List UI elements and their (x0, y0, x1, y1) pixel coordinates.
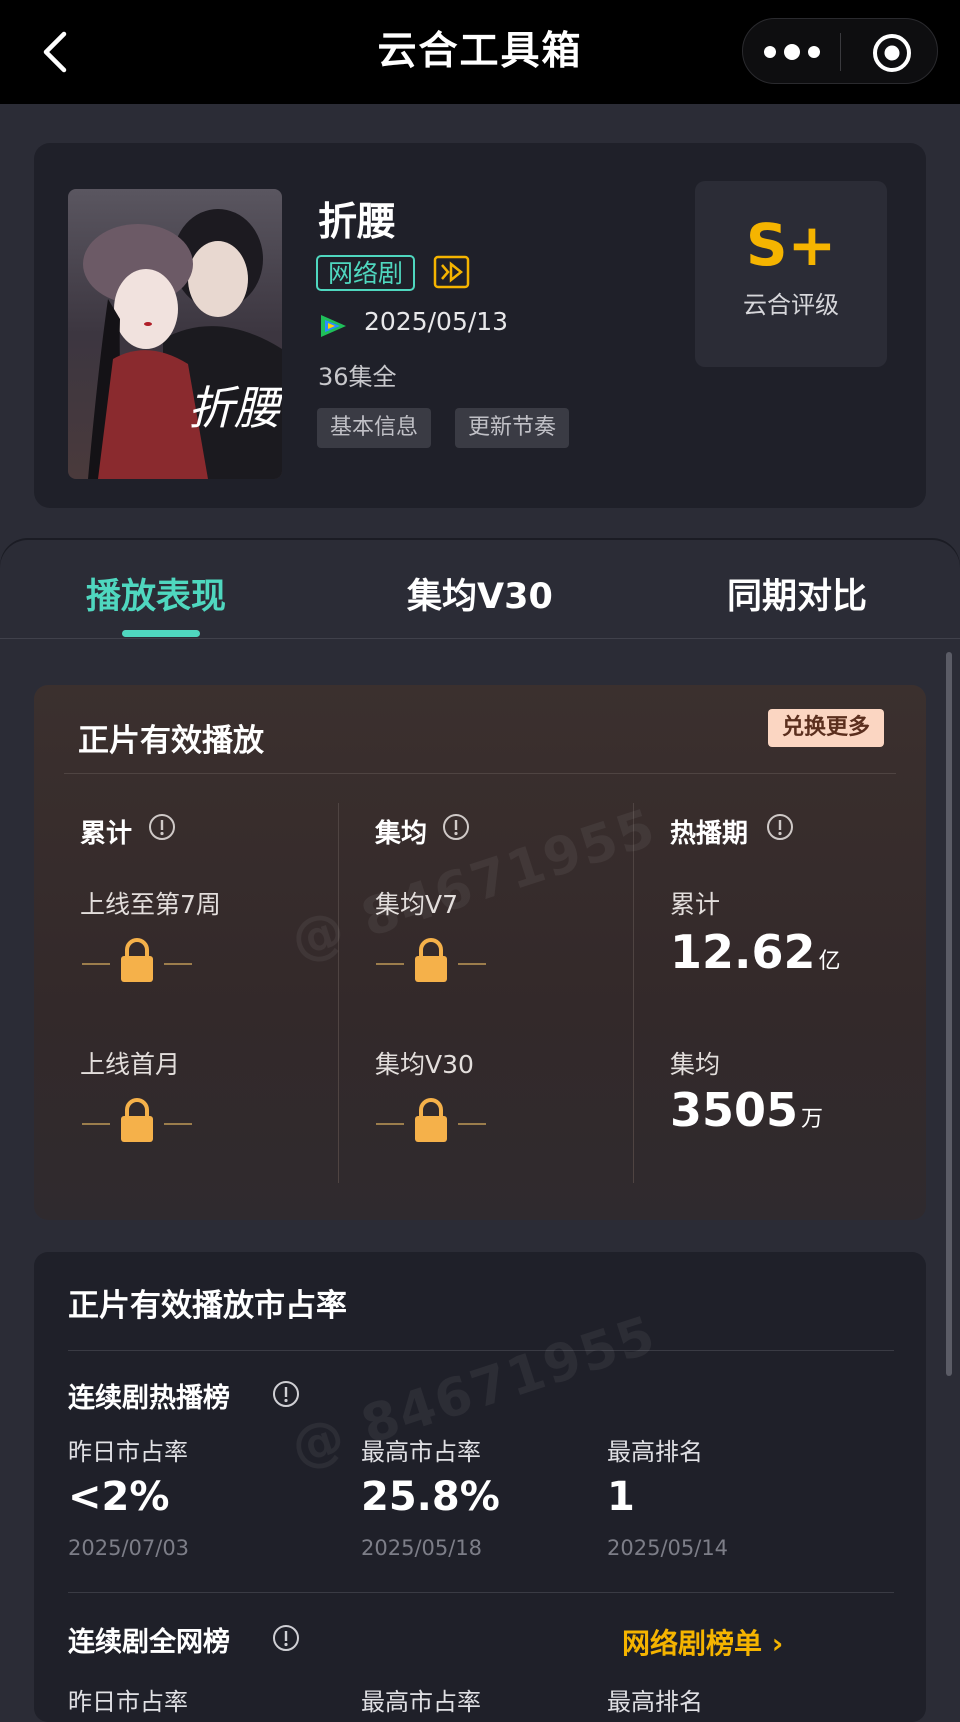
hot-total-number: 12.62 (670, 925, 816, 979)
tab-divider (0, 638, 960, 639)
stat-date-peak-share: 2025/05/18 (361, 1536, 483, 1560)
hot-drama-chart-title: 连续剧热播榜 (68, 1383, 230, 1414)
release-date: 2025/05/13 (364, 307, 509, 336)
column-divider (633, 803, 634, 1183)
info-icon[interactable] (442, 813, 470, 841)
info-icon[interactable] (148, 813, 176, 841)
cumulative-heading: 累计 (80, 819, 133, 849)
info-icon[interactable] (272, 1624, 300, 1652)
rating-box: S+ 云合评级 (695, 181, 887, 367)
stat-value-peak-rank: 1 (607, 1474, 635, 1520)
stat-label-peak-rank: 最高排名 (607, 1438, 703, 1466)
card-divider (68, 1350, 894, 1351)
tab-period-compare[interactable]: 同期对比 (727, 568, 867, 619)
section-divider (68, 1592, 894, 1593)
update-rhythm-chip[interactable]: 更新节奏 (455, 408, 570, 448)
hot-period-heading: 热播期 (670, 819, 749, 849)
exclusive-play-icon (433, 255, 470, 289)
column-divider (338, 803, 339, 1183)
hot-avg-unit: 万 (801, 1107, 824, 1132)
tab-avg-v30[interactable]: 集均V30 (407, 568, 553, 619)
lock-icon[interactable] (376, 937, 486, 987)
hot-avg-number: 3505 (670, 1083, 799, 1137)
metric-label-week7: 上线至第7周 (80, 890, 221, 919)
stat-date-yesterday: 2025/07/03 (68, 1536, 190, 1560)
hot-total-value: 12.62 亿 (670, 925, 841, 979)
scrollbar[interactable] (946, 652, 952, 1376)
stat-date-peak-rank: 2025/05/14 (607, 1536, 729, 1560)
lock-icon[interactable] (376, 1097, 486, 1147)
metric-label-hot-total: 累计 (670, 890, 721, 919)
market-share-card: 正片有效播放市占率 连续剧热播榜 昨日市占率 <2% 2025/07/03 最高… (34, 1252, 926, 1722)
more-dots-icon[interactable] (761, 39, 823, 65)
show-header-card: 折腰 折腰 网络剧 2025/05/13 36集全 基本信息 更新节奏 S+ 云… (34, 143, 926, 508)
web-drama-ranking-link[interactable]: 网络剧榜单 › (622, 1622, 783, 1662)
stat-label-yesterday: 昨日市占率 (68, 1688, 188, 1716)
effective-play-card: 正片有效播放 兑换更多 累计 上线至第7周 上线首月 集均 集均V7 集均V30 (34, 685, 926, 1220)
rating-value: S+ (745, 211, 837, 279)
stat-value-yesterday: <2% (68, 1474, 170, 1520)
card-divider (64, 773, 896, 774)
stat-label-peak-share: 最高市占率 (361, 1438, 481, 1466)
stat-value-peak-share: 25.8% (361, 1474, 500, 1520)
episode-count: 36集全 (318, 363, 397, 391)
hot-total-unit: 亿 (818, 949, 841, 974)
stat-label-peak-share: 最高市占率 (361, 1688, 481, 1716)
close-target-icon[interactable] (871, 32, 913, 74)
lock-icon[interactable] (82, 1097, 192, 1147)
show-poster[interactable]: 折腰 (68, 189, 282, 479)
poster-image: 折腰 (68, 189, 282, 479)
info-icon[interactable] (272, 1380, 300, 1408)
poster-calligraphy: 折腰 (188, 381, 282, 435)
stat-label-peak-rank: 最高排名 (607, 1688, 703, 1716)
active-tab-indicator (122, 630, 200, 637)
average-heading: 集均 (375, 819, 428, 849)
metric-label-v7: 集均V7 (375, 890, 459, 919)
metric-label-first-month: 上线首月 (80, 1050, 181, 1079)
tencent-video-icon (321, 315, 346, 337)
basic-info-chip[interactable]: 基本信息 (317, 408, 432, 448)
metric-label-v30: 集均V30 (375, 1050, 474, 1079)
top-bar: 云合工具箱 (0, 0, 960, 104)
lock-icon[interactable] (82, 937, 192, 987)
tab-play-performance[interactable]: 播放表现 (86, 568, 226, 619)
info-icon[interactable] (766, 813, 794, 841)
capsule-divider (840, 33, 841, 71)
all-network-chart-title: 连续剧全网榜 (68, 1627, 230, 1658)
rating-label: 云合评级 (743, 291, 839, 319)
play-card-title: 正片有效播放 (78, 723, 264, 759)
stat-label-yesterday: 昨日市占率 (68, 1438, 188, 1466)
genre-tag: 网络剧 (316, 255, 416, 291)
exchange-more-button[interactable]: 兑换更多 (767, 709, 884, 747)
metric-label-hot-avg: 集均 (670, 1050, 721, 1079)
hot-avg-value: 3505 万 (670, 1083, 823, 1137)
share-card-title: 正片有效播放市占率 (68, 1288, 347, 1324)
mini-program-capsule (742, 18, 938, 84)
show-title: 折腰 (318, 200, 397, 245)
